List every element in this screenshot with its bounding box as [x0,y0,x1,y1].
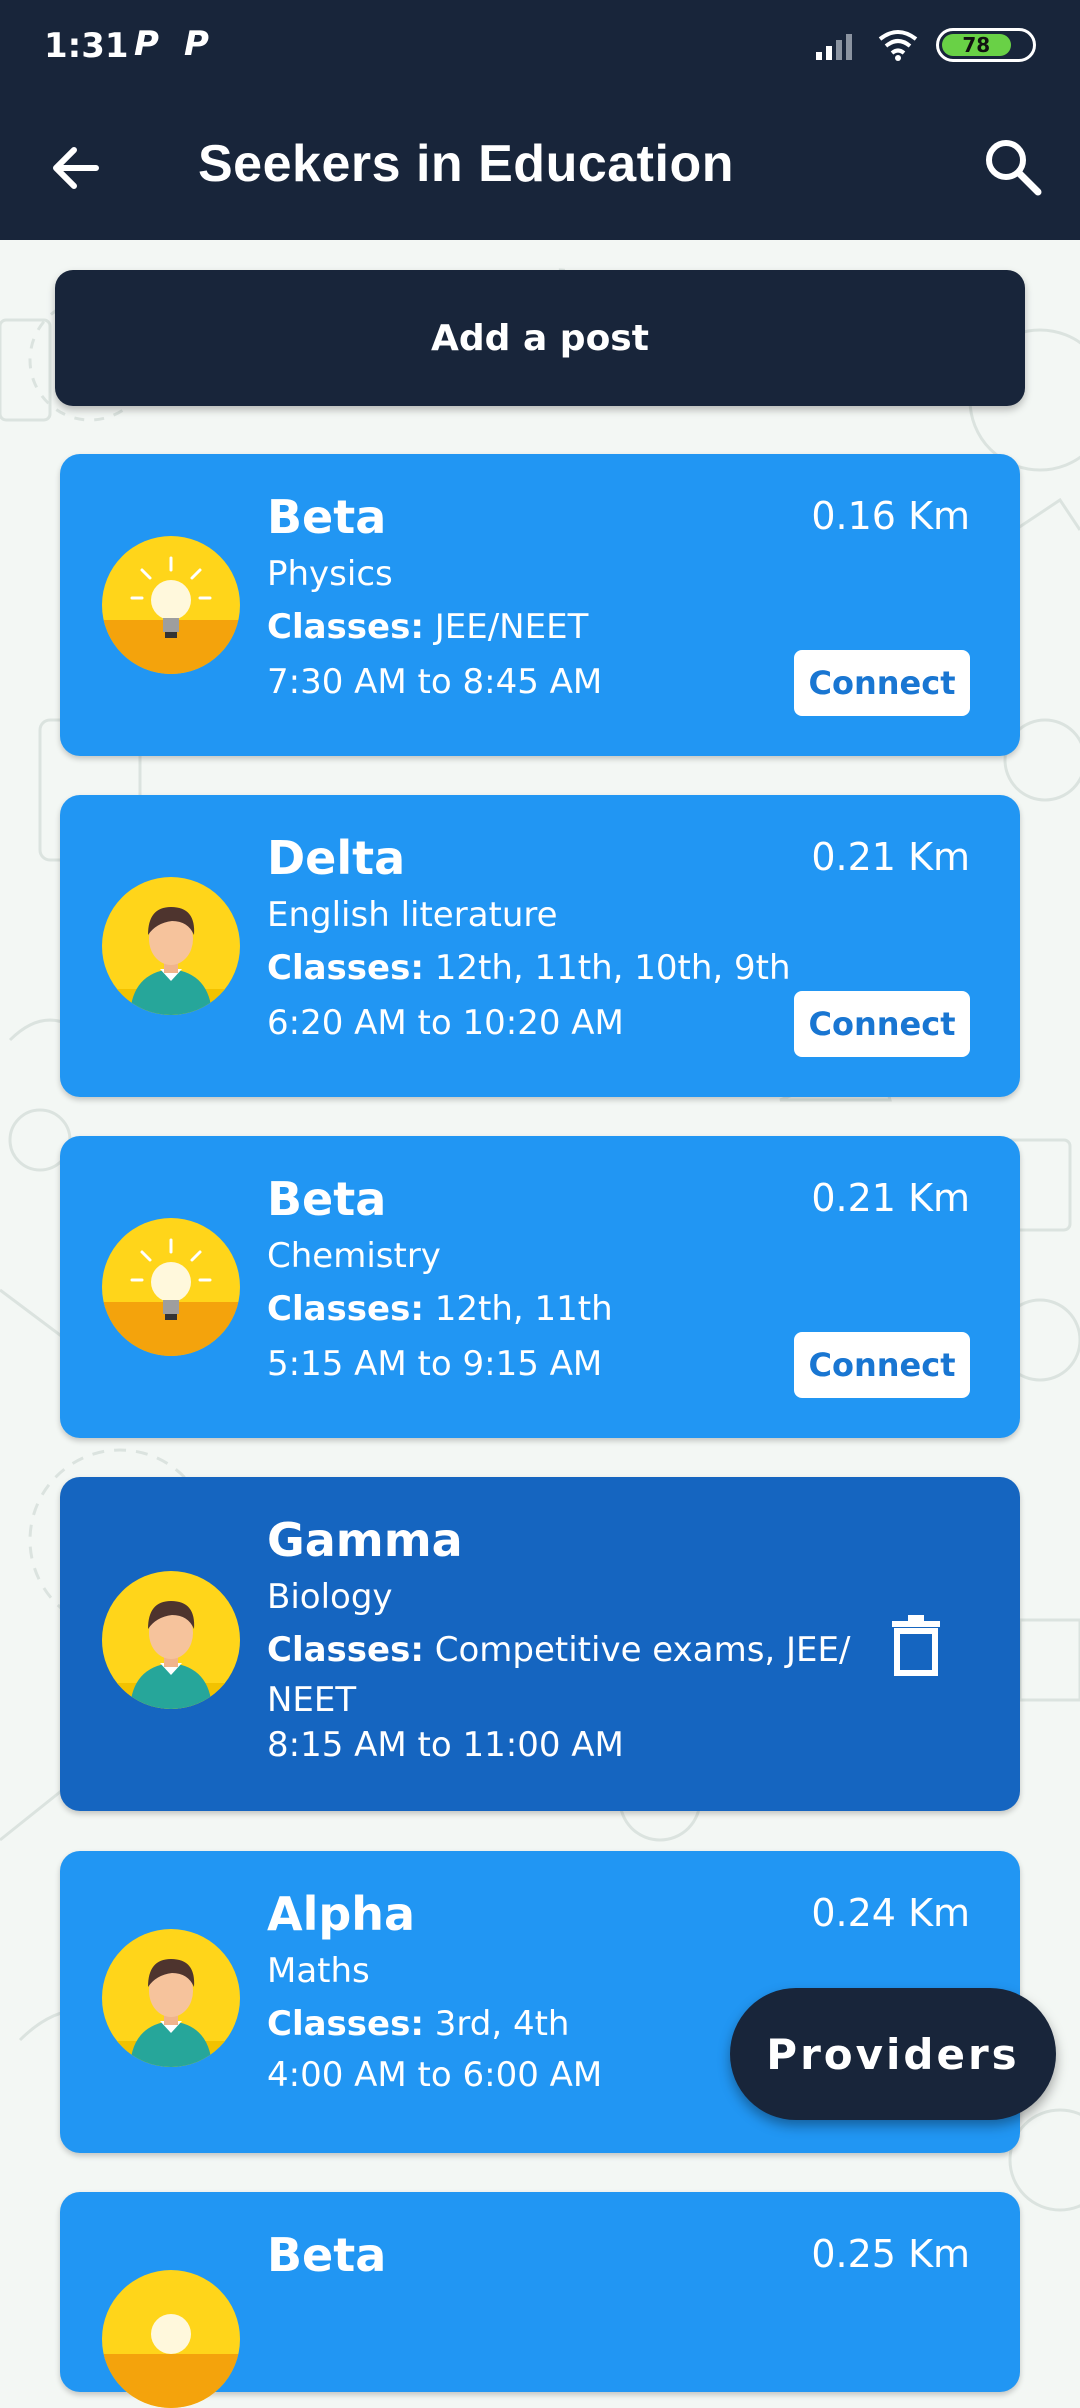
post-subject: Chemistry [267,1236,441,1276]
status-time: 1:31 [44,26,129,66]
post-name: Gamma [267,1513,463,1567]
classes-label: Classes: [267,1289,424,1329]
post-name: Alpha [267,1887,416,1941]
lightbulb-icon [102,2270,240,2408]
post-time: 6:20 AM to 10:20 AM [267,1003,624,1043]
status-bar: 1:31 P P 78 [0,0,1080,96]
arrow-left-icon[interactable] [44,136,108,200]
post-card[interactable]: Beta 0.16 Km Physics Classes: JEE/NEET 7… [60,454,1020,756]
classes-label: Classes: [267,948,424,988]
post-classes: Classes: 3rd, 4th [267,1999,569,2049]
app-bar: Seekers in Education [0,96,1080,240]
post-distance: 0.16 Km [811,494,970,538]
add-post-button[interactable]: Add a post [55,270,1025,406]
person-icon [102,877,240,1015]
providers-button[interactable]: Providers [730,1988,1056,2120]
search-icon[interactable] [980,134,1044,198]
classes-value: JEE/NEET [434,607,589,647]
post-subject: Biology [267,1577,393,1617]
post-name: Beta [267,1172,387,1226]
classes-label: Classes: [267,607,424,647]
connect-button[interactable]: Connect [794,1332,970,1398]
classes-value: 12th, 11th, 10th, 9th [434,948,791,988]
connect-button[interactable]: Connect [794,991,970,1057]
lightbulb-icon [102,1218,240,1356]
page-title: Seekers in Education [198,135,734,193]
signal-icon [816,34,852,60]
notification-p-icon: P [134,24,159,64]
connect-button[interactable]: Connect [794,650,970,716]
person-icon [102,1929,240,2067]
post-time: 5:15 AM to 9:15 AM [267,1344,603,1384]
post-name: Beta [267,2228,387,2282]
person-icon [102,1571,240,1709]
post-distance: 0.21 Km [811,835,970,879]
post-classes: Classes: 12th, 11th, 10th, 9th [267,943,791,993]
classes-value-cont: NEET [267,1680,357,1720]
classes-value: 12th, 11th [434,1289,613,1329]
wifi-icon [878,30,918,61]
post-subject: Maths [267,1951,370,1991]
post-classes: Classes: JEE/NEET [267,602,588,652]
post-card[interactable]: Beta 0.21 Km Chemistry Classes: 12th, 11… [60,1136,1020,1438]
battery-level: 78 [942,33,1011,57]
classes-value: 3rd, 4th [434,2004,570,2044]
post-distance: 0.25 Km [811,2232,970,2276]
post-time: 8:15 AM to 11:00 AM [267,1725,624,1765]
post-card[interactable]: Delta 0.21 Km English literature Classes… [60,795,1020,1097]
classes-value: Competitive exams, JEE/ [434,1630,851,1670]
own-post-card[interactable]: Gamma Biology Classes: Competitive exams… [60,1477,1020,1811]
lightbulb-icon [102,536,240,674]
notification-p-icon: P [184,24,209,64]
post-subject: English literature [267,895,558,935]
classes-label: Classes: [267,1630,424,1670]
post-time: 7:30 AM to 8:45 AM [267,662,603,702]
post-card[interactable]: Beta 0.25 Km [60,2192,1020,2408]
post-name: Delta [267,831,406,885]
post-distance: 0.24 Km [811,1891,970,1935]
battery-icon: 78 [936,28,1036,62]
classes-label: Classes: [267,2004,424,2044]
post-distance: 0.21 Km [811,1176,970,1220]
post-name: Beta [267,490,387,544]
post-classes: Classes: Competitive exams, JEE/NEET [267,1625,850,1725]
post-classes: Classes: 12th, 11th [267,1284,613,1334]
delete-icon[interactable] [888,1613,944,1677]
post-time: 4:00 AM to 6:00 AM [267,2055,603,2095]
post-subject: Physics [267,554,393,594]
